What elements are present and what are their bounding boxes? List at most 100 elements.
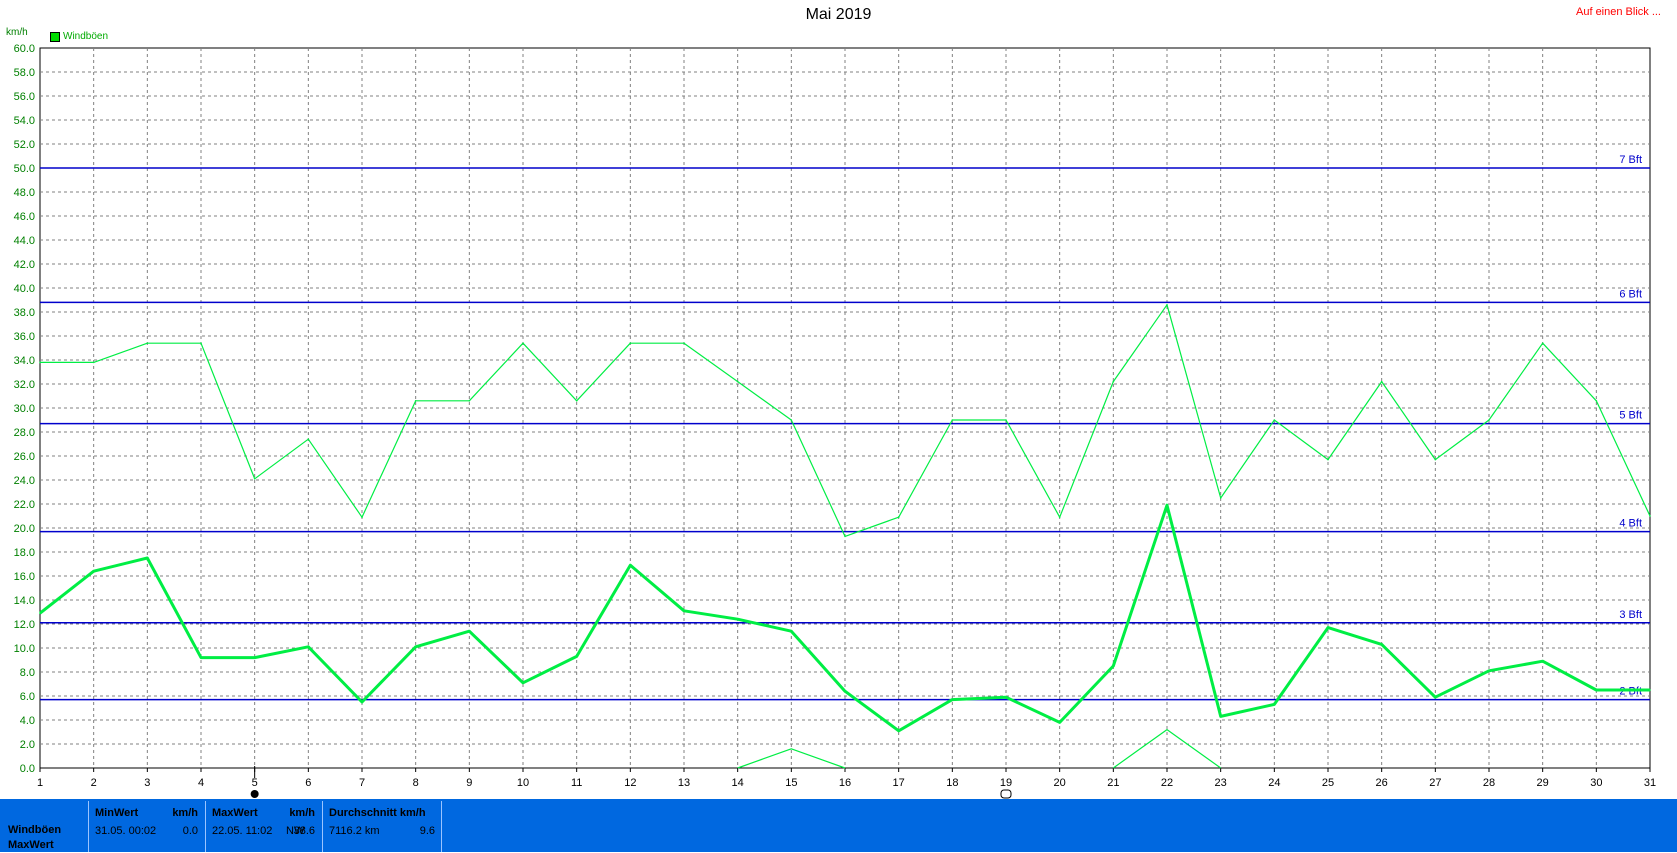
data-point-max bbox=[253, 478, 256, 480]
y-tick-label: 28.0 bbox=[14, 427, 35, 439]
data-point-avg bbox=[897, 730, 900, 732]
x-tick-label: 24 bbox=[1268, 777, 1280, 789]
data-point-max bbox=[1005, 419, 1007, 421]
y-tick-label: 8.0 bbox=[20, 667, 35, 679]
data-point-avg bbox=[92, 570, 95, 572]
x-tick-label: 14 bbox=[732, 777, 744, 789]
data-point-max bbox=[361, 516, 363, 518]
y-tick-label: 20.0 bbox=[14, 523, 35, 535]
y-tick-label: 2.0 bbox=[20, 739, 35, 751]
data-point-max bbox=[307, 438, 310, 441]
x-tick-label: 13 bbox=[678, 777, 690, 789]
data-point-max bbox=[1434, 458, 1437, 461]
y-tick-label: 4.0 bbox=[20, 715, 35, 727]
y-tick-label: 14.0 bbox=[14, 595, 35, 607]
x-tick-label: 18 bbox=[946, 777, 958, 789]
stats-row-label-max: MaxWert bbox=[8, 839, 54, 851]
data-point-max bbox=[683, 342, 685, 345]
y-tick-label: 42.0 bbox=[14, 259, 35, 271]
data-point-max bbox=[897, 516, 900, 518]
stat-max-unit: km/h bbox=[289, 807, 315, 819]
y-tick-label: 18.0 bbox=[14, 547, 35, 559]
y-tick-label: 32.0 bbox=[14, 379, 35, 391]
data-point-max bbox=[522, 342, 524, 345]
data-point-avg bbox=[1327, 626, 1329, 629]
data-point-avg bbox=[468, 630, 471, 632]
data-point-max bbox=[146, 342, 149, 345]
data-point-avg bbox=[361, 701, 363, 703]
data-point-max bbox=[1058, 516, 1061, 518]
stat-min-unit: km/h bbox=[172, 807, 198, 819]
y-tick-label: 38.0 bbox=[14, 307, 35, 319]
data-point-avg bbox=[200, 656, 202, 659]
data-point-avg bbox=[1488, 670, 1490, 672]
data-point-avg bbox=[307, 646, 310, 648]
x-tick-label: 10 bbox=[517, 777, 529, 789]
data-point-max bbox=[1327, 458, 1329, 461]
data-point-max bbox=[1273, 419, 1276, 421]
y-tick-label: 12.0 bbox=[14, 619, 35, 631]
data-point-avg bbox=[522, 682, 524, 684]
data-point-avg bbox=[39, 612, 41, 614]
y-tick-label: 0.0 bbox=[20, 763, 35, 775]
y-tick-label: 16.0 bbox=[14, 571, 35, 583]
y-tick-label: 46.0 bbox=[14, 211, 35, 223]
y-tick-label: 52.0 bbox=[14, 139, 35, 151]
x-tick-label: 1 bbox=[37, 777, 43, 789]
x-tick-label: 23 bbox=[1215, 777, 1227, 789]
data-point-max bbox=[790, 419, 793, 421]
data-point-max bbox=[200, 342, 202, 345]
y-tick-label: 48.0 bbox=[14, 187, 35, 199]
data-point-avg bbox=[1005, 696, 1007, 698]
data-point-max bbox=[92, 361, 95, 364]
data-point-avg bbox=[1541, 660, 1544, 662]
y-tick-label: 50.0 bbox=[14, 163, 35, 175]
x-tick-label: 4 bbox=[198, 777, 204, 789]
y-tick-label: 10.0 bbox=[14, 643, 35, 655]
data-point-avg bbox=[253, 656, 256, 659]
stat-max-head: MaxWert bbox=[212, 807, 258, 819]
stat-avg-head: Durchschnitt km/h bbox=[329, 807, 426, 819]
data-point-avg bbox=[1112, 665, 1115, 667]
data-point-max bbox=[575, 400, 578, 402]
data-point-avg bbox=[790, 630, 793, 632]
stat-min-value: 0.0 bbox=[182, 825, 198, 837]
data-point-max bbox=[629, 342, 632, 345]
stats-row-labels: Windböen MaxWert bbox=[8, 823, 61, 853]
beaufort-label: 4 Bft bbox=[1619, 518, 1642, 530]
data-point-max bbox=[1649, 515, 1651, 517]
x-tick-label: 21 bbox=[1107, 777, 1119, 789]
data-point-avg bbox=[629, 564, 632, 566]
x-tick-label: 19 bbox=[1000, 777, 1012, 789]
data-point-avg bbox=[414, 646, 417, 648]
stat-max-date: 22.05. 11:02 bbox=[212, 825, 273, 837]
stat-block-max: MaxWert km/h 22.05. 11:02 NW 38.6 bbox=[205, 801, 321, 852]
x-tick-label: 9 bbox=[466, 777, 472, 789]
data-point-max bbox=[468, 400, 471, 402]
stat-min-head: MinWert bbox=[95, 807, 139, 819]
data-point-max bbox=[736, 380, 739, 383]
stats-panel: Windböen MaxWert MinWert km/h 31.05. 00:… bbox=[0, 799, 1677, 852]
data-point-avg bbox=[1649, 689, 1651, 691]
stat-avg-value: 9.6 bbox=[419, 825, 435, 837]
data-point-avg bbox=[575, 655, 578, 658]
beaufort-label: 2 Bft bbox=[1619, 686, 1642, 698]
data-point-max bbox=[951, 419, 954, 421]
y-tick-label: 36.0 bbox=[14, 331, 35, 343]
x-tick-label: 30 bbox=[1590, 777, 1602, 789]
stat-min-date: 31.05. 00:02 bbox=[95, 825, 157, 837]
data-point-avg bbox=[1273, 703, 1276, 706]
x-tick-label: 15 bbox=[785, 777, 797, 789]
data-point-max bbox=[1166, 304, 1168, 306]
x-tick-label: 16 bbox=[839, 777, 851, 789]
x-tick-label: 29 bbox=[1537, 777, 1549, 789]
data-point-avg bbox=[1058, 721, 1061, 724]
beaufort-label: 5 Bft bbox=[1619, 410, 1642, 422]
data-point-max bbox=[1380, 380, 1383, 383]
y-tick-label: 34.0 bbox=[14, 355, 35, 367]
stats-row-label-gusts: Windböen bbox=[8, 824, 62, 836]
data-point-avg bbox=[844, 690, 846, 692]
y-tick-label: 24.0 bbox=[14, 475, 35, 487]
x-tick-label: 20 bbox=[1054, 777, 1066, 789]
x-tick-label: 7 bbox=[359, 777, 365, 789]
